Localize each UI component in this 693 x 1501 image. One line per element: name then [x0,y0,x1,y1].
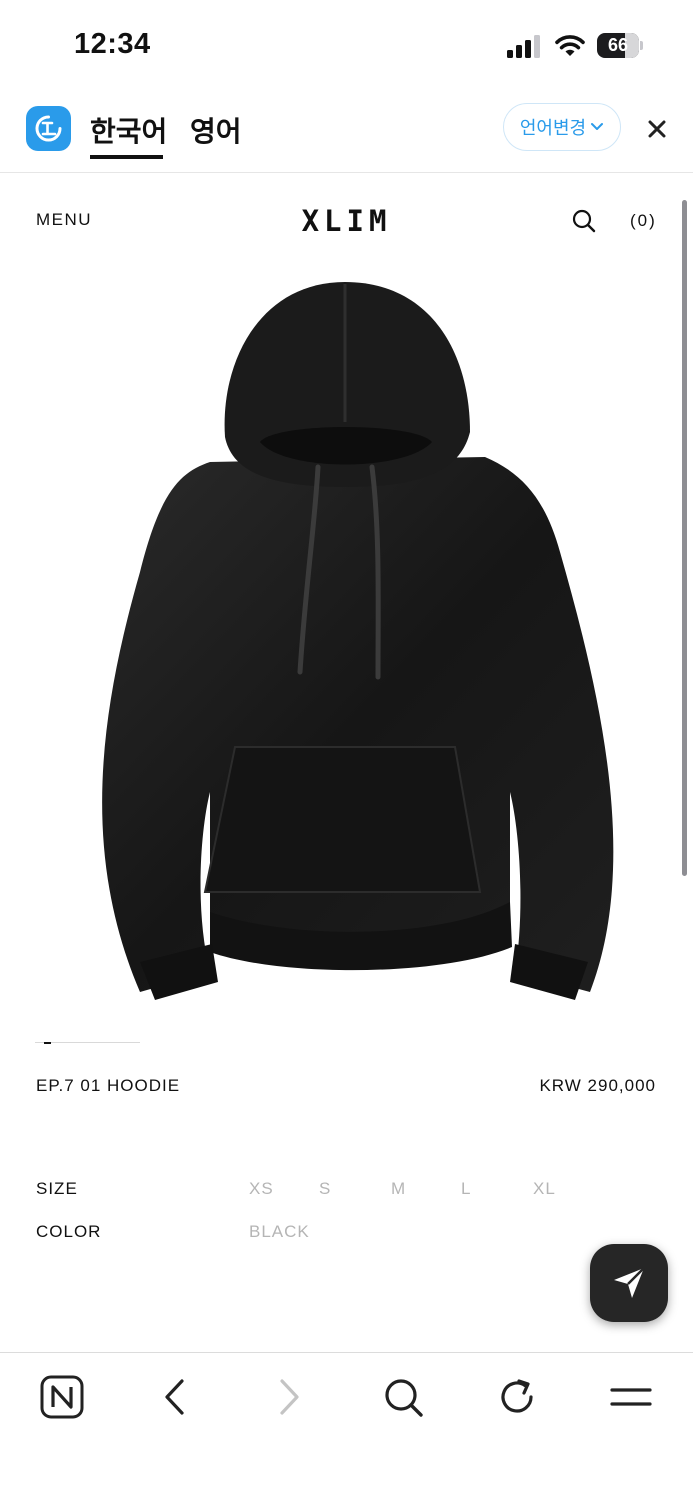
translate-app-logo-icon [26,106,71,151]
product-name: EP.7 01 HOODIE [36,1076,181,1095]
gallery-progress-indicator [44,1042,51,1044]
size-label: SIZE [36,1179,78,1198]
send-button[interactable] [590,1244,668,1322]
search-icon[interactable] [571,208,597,234]
menu-icon[interactable] [609,1375,653,1419]
color-label: COLOR [36,1222,102,1241]
color-option-black[interactable]: BLACK [249,1222,310,1242]
change-language-button[interactable]: 언어변경 [503,103,621,151]
search-icon[interactable] [381,1375,425,1419]
send-icon [614,1267,645,1298]
size-option-m[interactable]: M [391,1179,406,1199]
chevron-down-icon [591,123,604,130]
active-tab-indicator [90,155,163,159]
size-option-s[interactable]: S [319,1179,331,1199]
tab-korean[interactable]: 한국어 [90,110,167,150]
size-option-l[interactable]: L [461,1179,471,1199]
wifi-icon [555,35,585,56]
forward-icon[interactable] [267,1375,311,1419]
translation-bar: 한국어 영어 언어변경 [0,92,693,173]
back-icon[interactable] [153,1375,197,1419]
browser-toolbar [0,1352,693,1501]
cellular-signal-icon [507,35,540,58]
status-time: 12:34 [74,28,151,60]
size-option-xs[interactable]: XS [249,1179,274,1199]
site-header: MENU XLIM (0) [0,172,693,262]
change-language-label: 언어변경 [519,118,587,138]
battery-icon: 66 [597,33,643,58]
tab-english[interactable]: 영어 [190,110,242,150]
battery-level: 66 [607,35,629,55]
size-option-xl[interactable]: XL [533,1179,556,1199]
status-bar: 12:34 66 [0,0,693,92]
reload-icon[interactable] [495,1375,539,1419]
scrollbar[interactable] [682,200,687,876]
cart-link[interactable]: (0) [630,211,657,231]
product-price: KRW 290,000 [539,1076,656,1095]
product-image[interactable] [60,272,630,1012]
naver-home-icon[interactable] [40,1375,84,1419]
close-icon[interactable] [640,112,674,146]
